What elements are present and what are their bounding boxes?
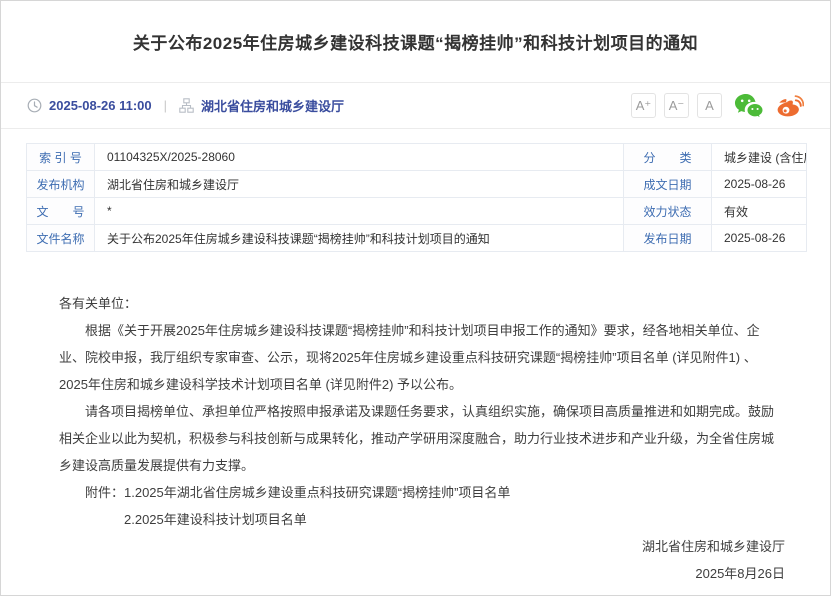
wechat-share-icon[interactable] <box>734 93 763 118</box>
meta-left: 2025-08-26 11:00 | 湖北省住房和城乡建设厅 <box>27 96 344 115</box>
signature-date: 2025年8月26日 <box>59 560 785 587</box>
meta-bar: 2025-08-26 11:00 | 湖北省住房和城乡建设厅 A⁺ A⁻ A <box>1 83 830 129</box>
notice-page: { "header": { "title": "关于公布2025年住房城乡建设科… <box>0 0 831 596</box>
file-title-value: 关于公布2025年住房城乡建设科技课题“揭榜挂帅”和科技计划项目的通知 <box>95 225 624 252</box>
doc-info-table: 索 引 号 01104325X/2025-28060 分 类 城乡建设 (含住房… <box>26 143 807 252</box>
publish-time: 2025-08-26 11:00 <box>49 98 152 113</box>
index-number-label: 索 引 号 <box>27 144 95 171</box>
doc-number-value: * <box>95 198 624 225</box>
table-row: 文件名称 关于公布2025年住房城乡建设科技课题“揭榜挂帅”和科技计划项目的通知… <box>27 225 807 252</box>
category-value: 城乡建设 (含住房) <box>712 144 807 171</box>
category-label: 分 类 <box>624 144 712 171</box>
weibo-share-icon[interactable] <box>775 93 804 118</box>
meta-separator: | <box>164 98 167 113</box>
signature: 湖北省住房和城乡建设厅 <box>59 533 785 560</box>
publisher-label: 发布机构 <box>27 171 95 198</box>
source-icon <box>179 98 194 113</box>
publisher-value: 湖北省住房和城乡建设厅 <box>95 171 624 198</box>
written-date-label: 成文日期 <box>624 171 712 198</box>
doc-content: 各有关单位： 根据《关于开展2025年住房城乡建设科技课题“揭榜挂帅”和科技计划… <box>1 252 830 587</box>
file-title-label: 文件名称 <box>27 225 95 252</box>
clock-icon <box>27 98 42 113</box>
index-number-value: 01104325X/2025-28060 <box>95 144 624 171</box>
attachment-line-1: 附件：1.2025年湖北省住房城乡建设重点科技研究课题“揭榜挂帅”项目名单 <box>59 479 785 506</box>
table-row: 文 号 * 效力状态 有效 <box>27 198 807 225</box>
font-smaller-button[interactable]: A⁻ <box>664 93 689 118</box>
body-paragraph-1: 根据《关于开展2025年住房城乡建设科技课题“揭榜挂帅”和科技计划项目申报工作的… <box>59 317 785 398</box>
page-title: 关于公布2025年住房城乡建设科技课题“揭榜挂帅”和科技计划项目的通知 <box>133 29 698 54</box>
written-date-value: 2025-08-26 <box>712 171 807 198</box>
body-paragraph-2: 请各项目揭榜单位、承担单位严格按照申报承诺及课题任务要求，认真组织实施，确保项目… <box>59 398 785 479</box>
doc-header: 关于公布2025年住房城乡建设科技课题“揭榜挂帅”和科技计划项目的通知 <box>1 1 830 83</box>
meta-right: A⁺ A⁻ A <box>623 93 804 118</box>
table-row: 发布机构 湖北省住房和城乡建设厅 成文日期 2025-08-26 <box>27 171 807 198</box>
salutation: 各有关单位： <box>59 290 785 317</box>
font-reset-button[interactable]: A <box>697 93 722 118</box>
font-larger-button[interactable]: A⁺ <box>631 93 656 118</box>
doc-number-label: 文 号 <box>27 198 95 225</box>
attachment-line-2: 2.2025年建设科技计划项目名单 <box>59 506 785 533</box>
source-link[interactable]: 湖北省住房和城乡建设厅 <box>201 96 344 115</box>
validity-label: 效力状态 <box>624 198 712 225</box>
validity-value: 有效 <box>712 198 807 225</box>
table-row: 索 引 号 01104325X/2025-28060 分 类 城乡建设 (含住房… <box>27 144 807 171</box>
publish-date-label: 发布日期 <box>624 225 712 252</box>
publish-date-value: 2025-08-26 <box>712 225 807 252</box>
